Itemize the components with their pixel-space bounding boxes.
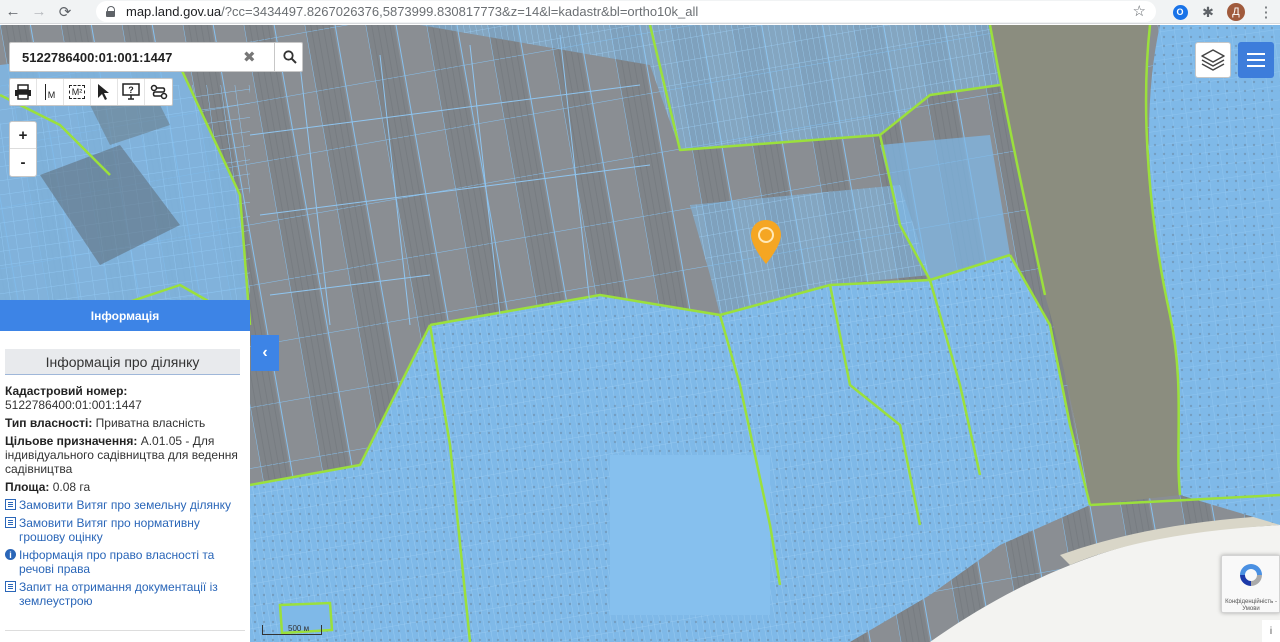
recaptcha-badge[interactable]: Конфіденційність - Умови	[1221, 555, 1280, 613]
recaptcha-icon	[1240, 564, 1262, 586]
map-toolbar: M M² ?	[9, 78, 173, 106]
clear-icon[interactable]: ✖	[243, 48, 256, 66]
attribution-info-button[interactable]: i	[1262, 620, 1280, 642]
route-button[interactable]	[145, 79, 172, 105]
browser-toolbar: ← → ⟳ map.land.gov.ua/?cc=3434497.826702…	[0, 0, 1280, 24]
url-host: map.land.gov.ua	[126, 4, 222, 19]
reload-icon[interactable]: ⟳	[52, 1, 78, 23]
profile-avatar[interactable]: Д	[1226, 2, 1246, 22]
recaptcha-text: Конфіденційність - Умови	[1225, 599, 1277, 612]
cadastral-search: ✖	[9, 42, 303, 72]
ownership-label: Тип власності:	[5, 416, 93, 430]
area-label: Площа:	[5, 480, 50, 494]
measure-area-button[interactable]: M²	[64, 79, 91, 105]
search-icon	[282, 50, 297, 64]
ownership-value: Приватна власність	[95, 416, 206, 430]
forward-icon[interactable]: →	[26, 1, 52, 23]
back-icon[interactable]: ←	[0, 1, 26, 23]
document-icon	[5, 581, 16, 592]
area-icon: M²	[68, 85, 86, 99]
print-button[interactable]	[10, 79, 37, 105]
select-button[interactable]	[91, 79, 118, 105]
documentation-request-link[interactable]: Запит на отримання документації із земле…	[5, 580, 245, 608]
ownership-info-link[interactable]: i Інформація про право власності та речов…	[5, 548, 245, 576]
order-valuation-link[interactable]: Замовити Витяг про нормативну грошову оц…	[5, 516, 245, 544]
document-icon	[5, 499, 16, 510]
parcel-details: Кадастровий номер: 5122786400:01:001:1447…	[0, 375, 250, 608]
order-extract-link[interactable]: Замовити Витяг про земельну ділянку	[5, 498, 245, 512]
zoom-in-button[interactable]: +	[10, 122, 36, 149]
collapse-panel-button[interactable]: ‹	[251, 335, 279, 371]
document-icon	[5, 517, 16, 528]
cadastral-value: 5122786400:01:001:1447	[5, 398, 142, 412]
zoom-out-button[interactable]: -	[10, 149, 36, 176]
printer-icon	[15, 84, 31, 100]
layers-icon	[1201, 49, 1225, 71]
browser-menu-icon[interactable]: ⋮	[1256, 2, 1276, 22]
extension-icon[interactable]: O	[1170, 2, 1190, 22]
cursor-icon	[98, 84, 109, 100]
bookmark-star-icon[interactable]: ☆	[1133, 2, 1146, 20]
info-panel: Інформація Інформація про ділянку Кадаст…	[0, 300, 250, 642]
zoom-control: + -	[9, 121, 37, 177]
address-bar[interactable]: map.land.gov.ua/?cc=3434497.8267026376,5…	[96, 1, 1156, 22]
extensions-puzzle-icon[interactable]: ✱	[1198, 2, 1218, 22]
measure-length-button[interactable]: M	[37, 79, 64, 105]
menu-button[interactable]	[1238, 42, 1274, 78]
cadastral-label: Кадастровий номер:	[5, 384, 128, 398]
ruler-icon: M	[44, 84, 55, 100]
help-monitor-icon: ?	[122, 83, 140, 100]
chevron-left-icon: ‹	[262, 344, 268, 361]
route-icon	[150, 84, 167, 100]
url-path: /?cc=3434497.8267026376,5873999.83081777…	[221, 4, 699, 19]
identify-button[interactable]: ?	[118, 79, 145, 105]
location-marker-icon[interactable]	[750, 219, 782, 265]
search-input[interactable]	[10, 43, 236, 71]
scale-bar: 500 м	[262, 625, 322, 635]
info-icon: i	[5, 549, 16, 560]
panel-divider	[5, 630, 245, 631]
area-value: 0.08 га	[52, 480, 91, 494]
svg-text:?: ?	[128, 85, 134, 95]
hamburger-icon	[1247, 53, 1265, 55]
layers-button[interactable]	[1195, 42, 1231, 78]
panel-header: Інформація	[0, 300, 250, 331]
purpose-label: Цільове призначення:	[5, 434, 138, 448]
panel-subheader: Інформація про ділянку	[5, 349, 240, 375]
lock-icon	[106, 6, 116, 17]
search-button[interactable]	[274, 43, 304, 71]
